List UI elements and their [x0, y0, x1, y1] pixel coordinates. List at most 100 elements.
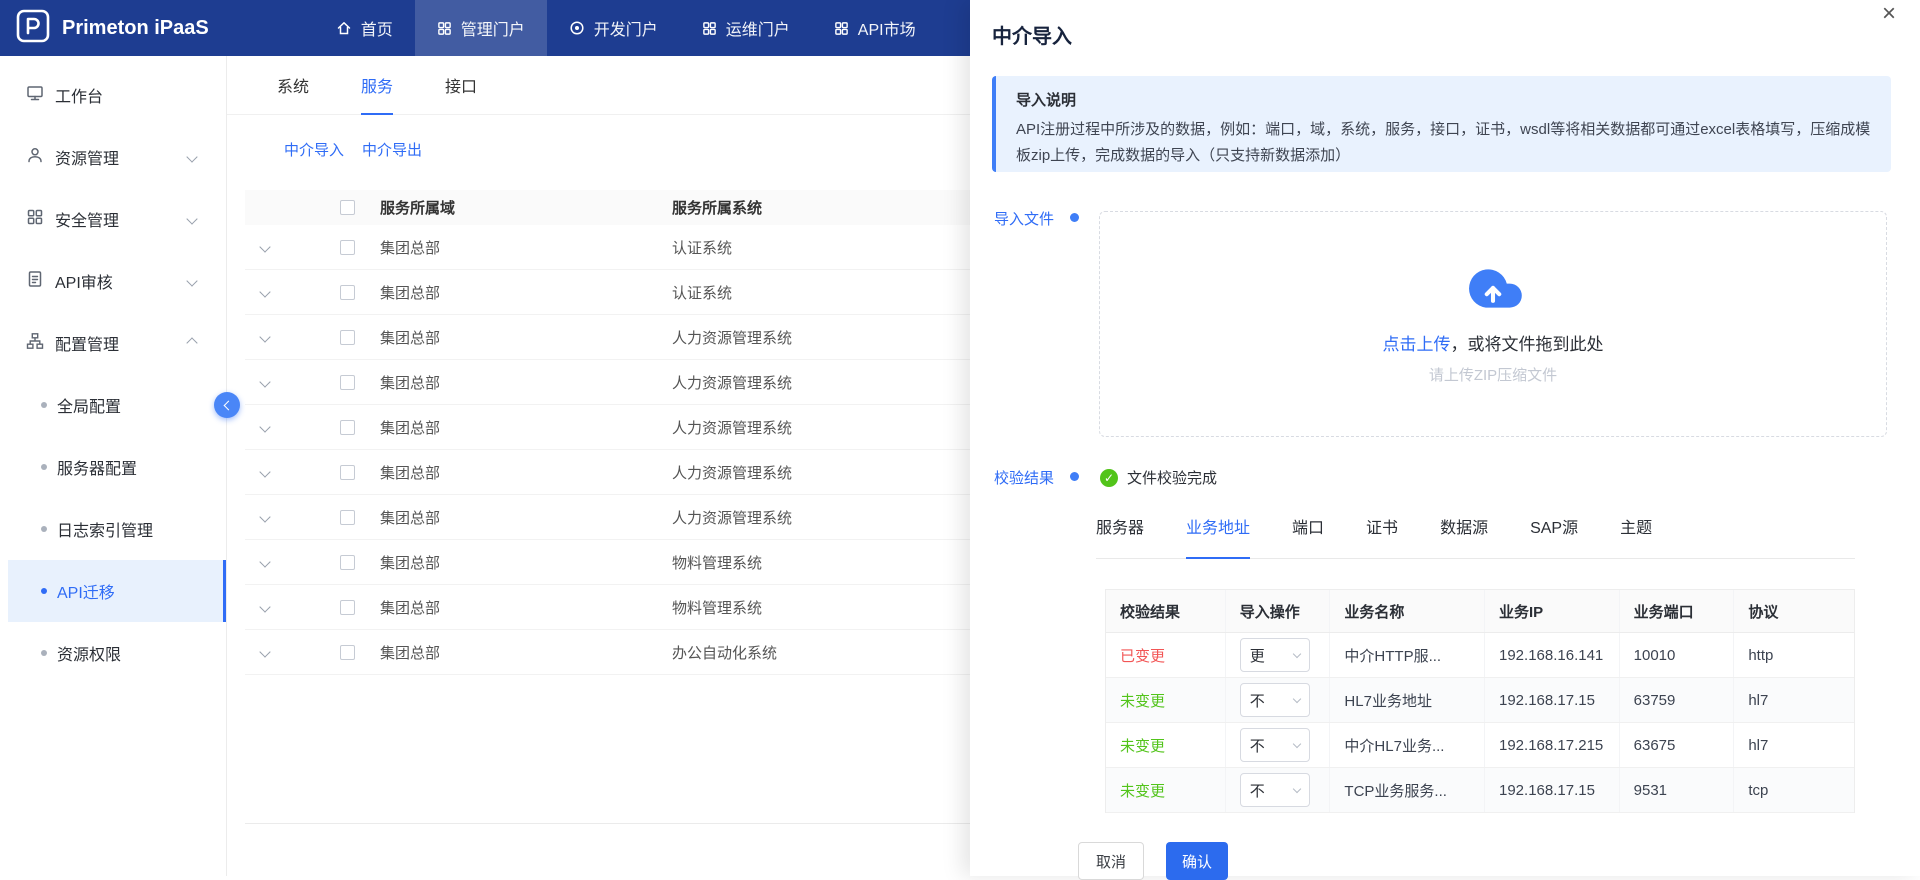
sidebar-item-workbench[interactable]: 工作台 [0, 64, 226, 126]
tab-service[interactable]: 服务 [361, 56, 393, 115]
row-checkbox[interactable] [340, 555, 355, 570]
chevron-down-icon [1292, 784, 1300, 792]
nav-item-admin-portal[interactable]: 管理门户 [415, 0, 547, 56]
close-icon[interactable] [1882, 0, 1896, 29]
tab-system[interactable]: 系统 [277, 56, 309, 115]
upload-click-link[interactable]: 点击上传 [1383, 335, 1451, 354]
nav-item-ops-portal[interactable]: 运维门户 [680, 0, 812, 56]
bullet-icon [41, 588, 47, 594]
home-icon [336, 20, 352, 36]
row-expand-icon[interactable] [259, 376, 270, 387]
row-checkbox[interactable] [340, 240, 355, 255]
drawer-tabbar: 服务器 业务地址 端口 证书 数据源 SAP源 主题 [1096, 518, 1855, 559]
cell-result: 未变更 [1106, 723, 1226, 767]
cell-protocol: hl7 [1734, 723, 1854, 767]
row-checkbox[interactable] [340, 285, 355, 300]
grid-icon [702, 21, 717, 36]
upload-dropzone[interactable]: 点击上传，或将文件拖到此处 请上传ZIP压缩文件 [1099, 211, 1887, 437]
sidebar-subitem-label: API迁移 [57, 579, 115, 603]
row-checkbox[interactable] [340, 420, 355, 435]
row-expand-icon[interactable] [259, 331, 270, 342]
nav-item-api-market[interactable]: API市场 [812, 0, 938, 56]
row-checkbox[interactable] [340, 375, 355, 390]
import-operation-select[interactable]: 更 [1240, 638, 1310, 672]
notice-body: API注册过程中所涉及的数据，例如：端口，域，系统，服务，接口，证书，wsdl等… [1016, 117, 1871, 169]
sidebar-item-global-config[interactable]: 全局配置 [8, 374, 226, 436]
import-drawer: 中介导入 导入说明 API注册过程中所涉及的数据，例如：端口，域，系统，服务，接… [970, 0, 1920, 876]
table-row: 未变更 不 中介HL7业务... 192.168.17.215 63675 hl… [1106, 723, 1854, 768]
row-expand-icon[interactable] [259, 241, 270, 252]
cell-protocol: http [1734, 633, 1854, 677]
sidebar-item-log-index-mgmt[interactable]: 日志索引管理 [8, 498, 226, 560]
validation-table: 校验结果 导入操作 业务名称 业务IP 业务端口 协议 已变更 更 中介HTTP… [1105, 589, 1855, 813]
import-operation-select[interactable]: 不 [1240, 773, 1310, 807]
row-expand-icon[interactable] [259, 286, 270, 297]
row-checkbox[interactable] [340, 510, 355, 525]
chevron-down-icon [186, 151, 197, 162]
row-checkbox[interactable] [340, 645, 355, 660]
column-header-result: 校验结果 [1106, 590, 1226, 632]
chevron-down-icon [1292, 649, 1300, 657]
import-operation-select[interactable]: 不 [1240, 728, 1310, 762]
sidebar-item-resource-permission[interactable]: 资源权限 [8, 622, 226, 684]
intermediary-import-link[interactable]: 中介导入 [284, 139, 344, 160]
row-expand-icon[interactable] [259, 646, 270, 657]
nav-item-label: 首页 [361, 16, 393, 40]
cell-port: 63675 [1620, 723, 1735, 767]
row-expand-icon[interactable] [259, 511, 270, 522]
drawer-title: 中介导入 [992, 20, 1072, 49]
sidebar-item-server-config[interactable]: 服务器配置 [8, 436, 226, 498]
brand: Primeton iPaaS [0, 9, 209, 47]
tab-topic[interactable]: 主题 [1620, 518, 1652, 559]
verify-status: 文件校验完成 [1100, 467, 1217, 488]
tab-label: 系统 [277, 73, 309, 97]
sidebar-collapse-button[interactable] [214, 392, 240, 418]
cell-result: 未变更 [1106, 678, 1226, 722]
cell-domain: 集团总部 [380, 282, 672, 303]
row-expand-icon[interactable] [259, 421, 270, 432]
confirm-button[interactable]: 确认 [1166, 842, 1228, 880]
check-circle-icon [1100, 469, 1118, 487]
row-checkbox[interactable] [340, 330, 355, 345]
row-checkbox[interactable] [340, 600, 355, 615]
tab-certificate[interactable]: 证书 [1366, 518, 1398, 559]
chevron-down-icon [186, 275, 197, 286]
tab-label: 服务 [361, 73, 393, 97]
nav-item-dev-portal[interactable]: 开发门户 [547, 0, 680, 56]
sidebar-item-config-mgmt[interactable]: 配置管理 [0, 312, 226, 374]
tab-sap-source[interactable]: SAP源 [1530, 518, 1578, 559]
drawer-footer: 取消 确认 [1078, 842, 1228, 880]
import-operation-select[interactable]: 不 [1240, 683, 1310, 717]
row-checkbox[interactable] [340, 465, 355, 480]
tab-server[interactable]: 服务器 [1096, 518, 1144, 559]
tab-port[interactable]: 端口 [1292, 518, 1324, 559]
sidebar: 工作台 资源管理 安全管理 API审核 配置管理 全局配置 服务器配置 日志索引… [0, 56, 227, 876]
sidebar-item-resource-mgmt[interactable]: 资源管理 [0, 126, 226, 188]
sidebar-item-label: 安全管理 [55, 207, 119, 231]
step-dot-icon [1070, 472, 1079, 481]
document-icon [26, 270, 44, 293]
import-notice: 导入说明 API注册过程中所涉及的数据，例如：端口，域，系统，服务，接口，证书，… [992, 76, 1891, 172]
bullet-icon [41, 402, 47, 408]
chevron-down-icon [1292, 694, 1300, 702]
tab-business-address[interactable]: 业务地址 [1186, 518, 1250, 559]
sidebar-item-security-mgmt[interactable]: 安全管理 [0, 188, 226, 250]
tab-datasource[interactable]: 数据源 [1440, 518, 1488, 559]
cell-protocol: hl7 [1734, 678, 1854, 722]
nav-item-home[interactable]: 首页 [314, 0, 415, 56]
cell-port: 9531 [1620, 768, 1735, 812]
column-header-ip: 业务IP [1485, 590, 1620, 632]
intermediary-export-link[interactable]: 中介导出 [362, 139, 422, 160]
sidebar-item-api-review[interactable]: API审核 [0, 250, 226, 312]
tab-interface[interactable]: 接口 [445, 56, 477, 115]
cancel-button[interactable]: 取消 [1078, 842, 1144, 880]
sidebar-item-label: API审核 [55, 269, 113, 293]
cell-result: 未变更 [1106, 768, 1226, 812]
sidebar-item-label: 工作台 [55, 83, 103, 107]
select-all-checkbox[interactable] [340, 200, 355, 215]
sidebar-item-api-migration[interactable]: API迁移 [8, 560, 226, 622]
row-expand-icon[interactable] [259, 601, 270, 612]
row-expand-icon[interactable] [259, 556, 270, 567]
cell-name: 中介HL7业务... [1330, 723, 1485, 767]
row-expand-icon[interactable] [259, 466, 270, 477]
